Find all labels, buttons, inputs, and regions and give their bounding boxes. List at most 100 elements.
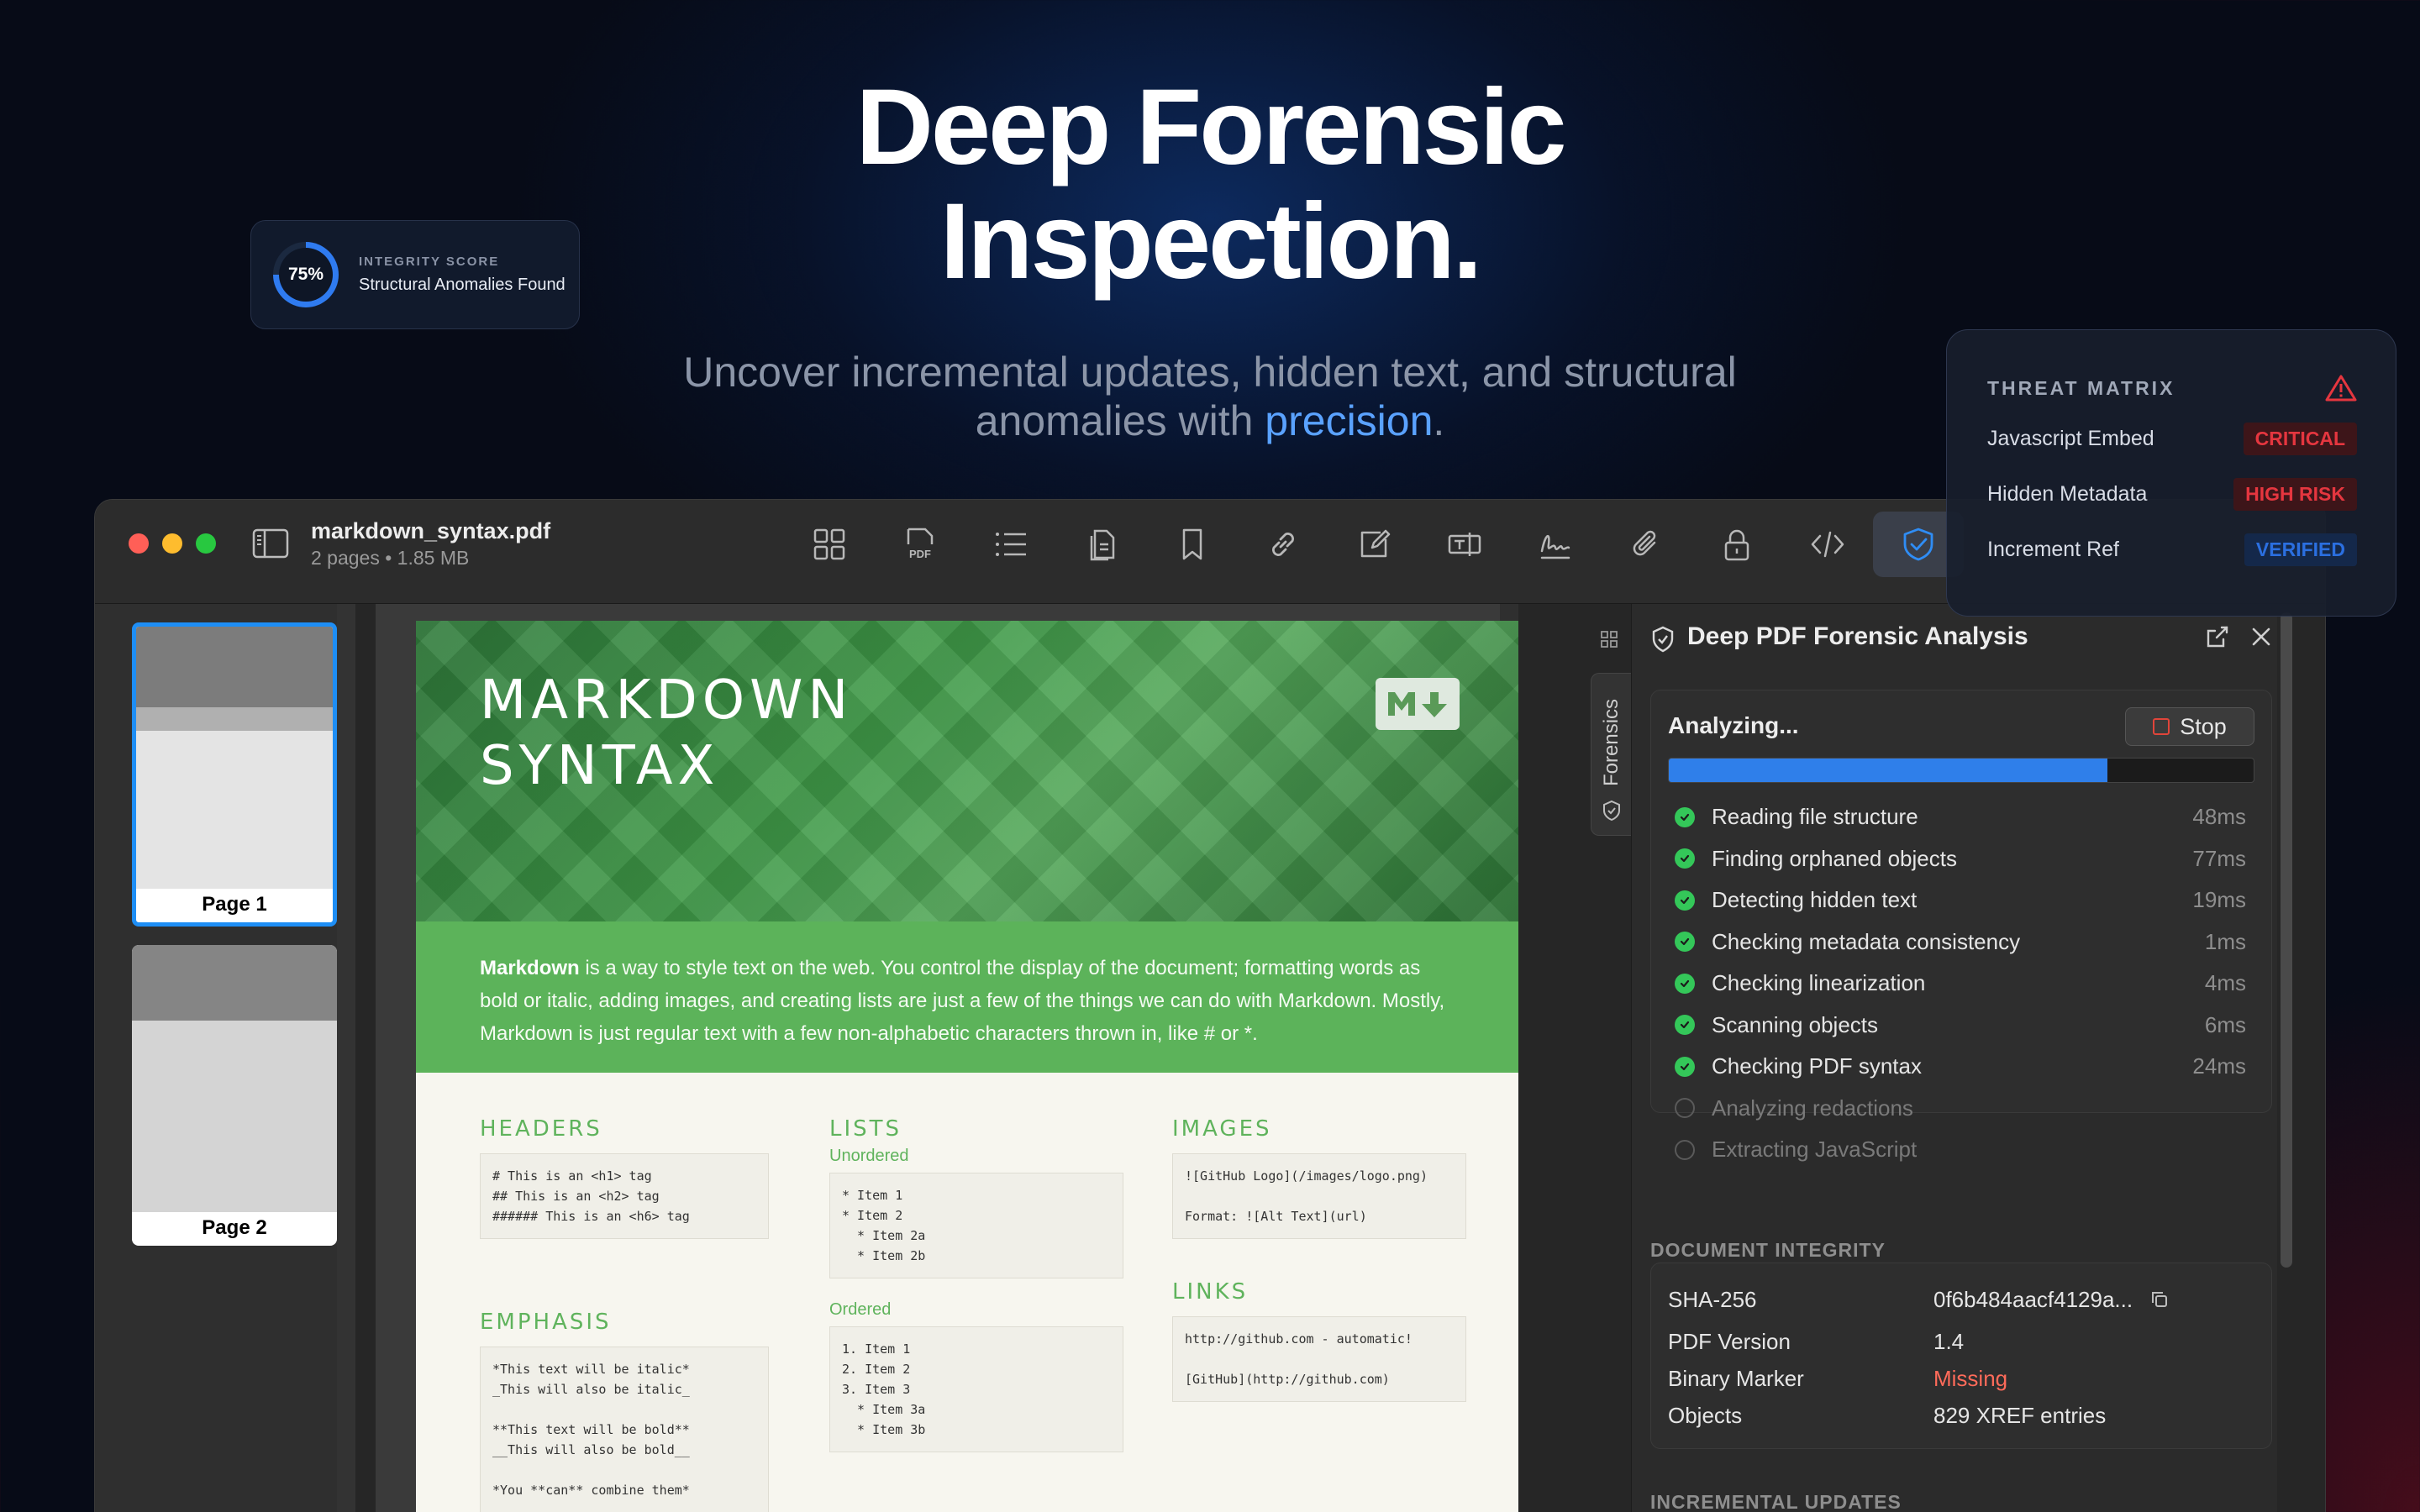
analysis-box: Analyzing... Stop Reading file structure… bbox=[1650, 690, 2272, 1162]
code-block: # This is an <h1> tag ## This is an <h2>… bbox=[480, 1153, 769, 1239]
pdf-page: MARKDOWN SYNTAX Markdown is a way to sty… bbox=[416, 621, 1518, 1512]
integrity-key: PDF Version bbox=[1668, 1329, 1791, 1354]
panel-scrollbar[interactable] bbox=[2277, 604, 2296, 1512]
file-name: markdown_syntax.pdf bbox=[311, 518, 551, 543]
subsection-title: Ordered bbox=[829, 1300, 892, 1319]
minimize-window-button[interactable] bbox=[162, 533, 182, 554]
warning-icon bbox=[2325, 375, 2357, 402]
tab-forensics[interactable]: Forensics bbox=[1591, 673, 1631, 836]
text-field-icon bbox=[1448, 533, 1481, 556]
threat-row: Increment Ref VERIFIED bbox=[1987, 522, 2357, 577]
code-block: * Item 1 * Item 2 * Item 2a * Item 2b bbox=[829, 1173, 1123, 1278]
section-title: IMAGES bbox=[1172, 1116, 1272, 1142]
link-button[interactable] bbox=[1238, 512, 1328, 577]
step-duration: 77ms bbox=[2192, 845, 2246, 871]
code-block: http://github.com - automatic! [GitHub](… bbox=[1172, 1316, 1466, 1402]
section-title: LINKS bbox=[1172, 1279, 1249, 1305]
security-button[interactable] bbox=[1691, 512, 1782, 577]
panel-scroll-thumb[interactable] bbox=[2281, 612, 2292, 1268]
step-duration: 6ms bbox=[2204, 1011, 2246, 1037]
intro-text: is a way to style text on the web. You c… bbox=[480, 957, 1445, 1045]
pdf-button[interactable]: PDF bbox=[875, 512, 965, 577]
edit-icon bbox=[1360, 529, 1391, 558]
integrity-section-title: DOCUMENT INTEGRITY bbox=[1650, 1239, 1886, 1261]
bookmark-button[interactable] bbox=[1147, 512, 1238, 577]
threat-badge-verified: VERIFIED bbox=[2244, 533, 2357, 566]
stop-icon bbox=[2153, 718, 2170, 735]
links-section: LINKS http://github.com - automatic! [Gi… bbox=[1172, 1279, 1466, 1402]
score-label: INTEGRITY SCORE bbox=[359, 255, 500, 269]
check-circle-icon bbox=[1675, 973, 1695, 994]
integrity-box: SHA-256 0f6b484aacf4129a... PDF Version … bbox=[1650, 1263, 2272, 1449]
attachment-button[interactable] bbox=[1601, 512, 1691, 577]
grid-icon bbox=[813, 528, 845, 560]
bookmark-icon bbox=[1182, 528, 1202, 560]
integrity-key: SHA-256 bbox=[1668, 1287, 1757, 1312]
step-label: Checking PDF syntax bbox=[1712, 1053, 1922, 1079]
signature-button[interactable] bbox=[1510, 512, 1601, 577]
thumbnail-scrollbar[interactable] bbox=[337, 604, 355, 1512]
step-label: Reading file structure bbox=[1712, 804, 1918, 830]
pending-circle-icon bbox=[1675, 1139, 1695, 1160]
step-label: Analyzing redactions bbox=[1712, 1095, 1913, 1121]
step-duration: 19ms bbox=[2192, 887, 2246, 913]
hero-subtitle-accent: precision bbox=[1265, 397, 1434, 444]
zoom-window-button[interactable] bbox=[196, 533, 216, 554]
incremental-section-title: INCREMENTAL UPDATES bbox=[1650, 1491, 1902, 1512]
grid-view-button[interactable] bbox=[784, 512, 875, 577]
file-meta: 2 pages • 1.85 MB bbox=[311, 547, 470, 569]
external-link-icon[interactable] bbox=[2205, 624, 2230, 649]
progress-bar bbox=[1668, 758, 2254, 783]
headers-section: HEADERS # This is an <h1> tag ## This is… bbox=[480, 1116, 769, 1239]
check-circle-icon bbox=[1675, 1015, 1695, 1036]
code-button[interactable] bbox=[1782, 512, 1873, 577]
section-title: EMPHASIS bbox=[480, 1310, 612, 1335]
pages-button[interactable] bbox=[1056, 512, 1147, 577]
stop-label: Stop bbox=[2180, 713, 2227, 739]
close-window-button[interactable] bbox=[129, 533, 149, 554]
thumbnail-sidebar: Page 1 Page 2 bbox=[95, 604, 355, 1512]
step-label: Detecting hidden text bbox=[1712, 887, 1918, 913]
outline-button[interactable] bbox=[965, 512, 1056, 577]
check-circle-icon bbox=[1675, 932, 1695, 953]
pages-icon bbox=[1090, 529, 1115, 561]
binary-marker-value: Missing bbox=[1933, 1366, 2008, 1391]
step-duration: 48ms bbox=[2192, 804, 2246, 830]
check-circle-icon bbox=[1675, 848, 1695, 869]
integrity-value: 829 XREF entries bbox=[1933, 1403, 2107, 1428]
analysis-status: Analyzing... bbox=[1668, 712, 1799, 738]
close-icon[interactable] bbox=[2249, 624, 2274, 649]
step-duration: 4ms bbox=[2204, 970, 2246, 996]
link-icon bbox=[1272, 533, 1294, 556]
threat-name: Increment Ref bbox=[1987, 537, 2120, 561]
page-thumbnail-2[interactable]: Page 2 bbox=[132, 945, 337, 1246]
code-block: 1. Item 1 2. Item 2 3. Item 3 * Item 3a … bbox=[829, 1326, 1123, 1452]
shield-check-icon bbox=[1652, 626, 1674, 653]
threat-name: Hidden Metadata bbox=[1987, 481, 2148, 506]
analysis-step: Reading file structure 48ms bbox=[1675, 796, 2246, 838]
stop-button[interactable]: Stop bbox=[2125, 707, 2254, 746]
sha-value-row: 0f6b484aacf4129a... bbox=[1933, 1287, 2169, 1313]
sidebar-toggle-icon[interactable] bbox=[251, 527, 290, 560]
integrity-value: 1.4 bbox=[1933, 1329, 1965, 1354]
sha-value: 0f6b484aacf4129a... bbox=[1933, 1287, 2133, 1312]
integrity-key: Objects bbox=[1668, 1403, 1743, 1428]
analysis-step: Finding orphaned objects 77ms bbox=[1675, 838, 2246, 880]
code-block: *This text will be italic* _This will al… bbox=[480, 1347, 769, 1512]
code-block: ![GitHub Logo](/images/logo.png) Format:… bbox=[1172, 1153, 1466, 1239]
edit-button[interactable] bbox=[1328, 512, 1419, 577]
copy-icon[interactable] bbox=[2150, 1290, 2169, 1309]
signature-icon bbox=[1540, 534, 1570, 559]
page-thumbnail-1[interactable]: Page 1 bbox=[132, 622, 337, 927]
step-label: Extracting JavaScript bbox=[1712, 1137, 1918, 1163]
thumbnail-label: Page 1 bbox=[202, 893, 267, 916]
subsection-title: Unordered bbox=[829, 1147, 909, 1165]
text-field-button[interactable] bbox=[1419, 512, 1510, 577]
lists-section: LISTS Unordered * Item 1 * Item 2 * Item… bbox=[829, 1116, 1123, 1452]
step-label: Scanning objects bbox=[1712, 1011, 1879, 1037]
app-window: markdown_syntax.pdf 2 pages • 1.85 MB PD… bbox=[94, 499, 2326, 1512]
grid-icon[interactable] bbox=[1599, 629, 1619, 649]
code-icon bbox=[1811, 531, 1844, 558]
threat-row: Hidden Metadata HIGH RISK bbox=[1987, 466, 2357, 522]
pdf-icon-text: PDF bbox=[909, 548, 931, 560]
